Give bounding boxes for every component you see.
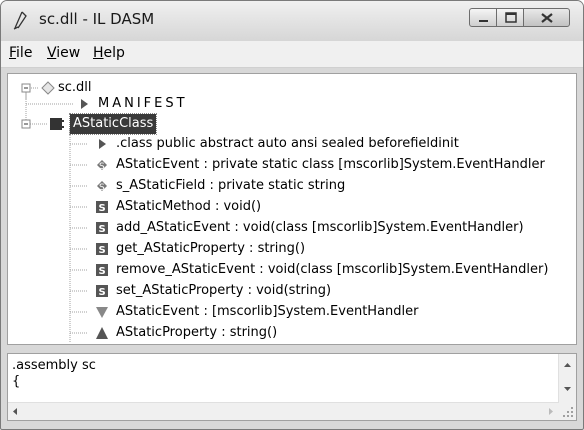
svg-text:S: S — [99, 266, 106, 277]
menu-file-access-key: F — [9, 45, 17, 61]
window-title: sc.dll - IL DASM — [39, 10, 155, 28]
svg-text:S: S — [99, 287, 106, 298]
static-field-icon: S — [97, 181, 107, 193]
tree-view[interactable]: sc.dll MANIFEST AStaticClass .class publ… — [7, 73, 577, 345]
horizontal-scroll-arrows-icon — [13, 408, 553, 415]
svg-text:S: S — [99, 245, 106, 256]
menu-help-access-key: H — [93, 45, 104, 61]
tree-member-label: add_AStaticEvent : void(class [mscorlib]… — [116, 220, 524, 235]
menu-view[interactable]: View — [47, 45, 80, 61]
svg-text:S: S — [99, 203, 106, 214]
tree-member-label: remove_AStaticEvent : void(class [mscorl… — [116, 262, 549, 277]
tree-member-label: AStaticMethod : void() — [116, 199, 262, 214]
tree-root-label: sc.dll — [58, 80, 92, 95]
static-field-icon: S — [97, 160, 107, 172]
menu-file-label: ile — [16, 45, 33, 61]
tree-member-label: get_AStaticProperty : string() — [116, 241, 306, 256]
tree-class-label: AStaticClass — [68, 113, 158, 135]
assembly-icon — [41, 81, 55, 95]
maximize-button[interactable] — [496, 8, 524, 27]
size-grip[interactable] — [559, 403, 576, 420]
static-method-icon: S — [96, 285, 108, 298]
il-line: .assembly sc — [12, 358, 96, 373]
menu-bar: File View Help — [1, 41, 583, 68]
tree-member-label: AStaticEvent : private static class [msc… — [116, 157, 545, 172]
static-method-icon: S — [96, 264, 108, 277]
il-output-pane[interactable]: .assembly sc { — [7, 353, 577, 421]
tree-member-label: AStaticProperty : string() — [116, 325, 278, 340]
static-method-icon: S — [96, 201, 108, 214]
svg-text:S: S — [99, 224, 106, 235]
tree-member-label: .class public abstract auto ansi sealed … — [116, 136, 459, 151]
menu-view-access-key: V — [47, 45, 57, 61]
size-grip-icon — [563, 407, 573, 417]
static-method-icon: S — [96, 222, 108, 235]
title-bar[interactable]: sc.dll - IL DASM — [1, 1, 583, 41]
tree-member-label: s_AStaticField : private static string — [116, 178, 346, 193]
il-line: { — [12, 374, 21, 389]
ildasm-app-icon — [13, 11, 27, 30]
close-button[interactable] — [523, 8, 570, 27]
menu-help[interactable]: Help — [93, 45, 125, 61]
close-icon — [541, 13, 553, 23]
horizontal-scrollbar[interactable] — [8, 402, 559, 420]
vertical-scrollbar[interactable] — [558, 354, 576, 403]
maximize-icon — [505, 12, 517, 23]
menu-view-label: iew — [56, 45, 81, 61]
menu-help-label: elp — [103, 45, 125, 61]
tree-member-label: set_AStaticProperty : void(string) — [116, 283, 332, 298]
menu-file[interactable]: File — [9, 45, 32, 61]
svg-text:S: S — [99, 183, 105, 193]
minimize-button[interactable] — [469, 8, 497, 27]
event-icon — [96, 307, 108, 318]
static-method-icon: S — [96, 243, 108, 256]
ildasm-window: sc.dll - IL DASM File View Help sc.dll M… — [0, 0, 584, 430]
tree-member-label: AStaticEvent : [mscorlib]System.EventHan… — [116, 304, 419, 319]
manifest-icon — [81, 99, 88, 109]
tree-manifest-label: MANIFEST — [98, 96, 188, 111]
class-info-icon — [99, 139, 106, 149]
property-icon — [96, 327, 108, 339]
class-icon — [50, 118, 64, 130]
svg-text:S: S — [99, 162, 105, 172]
scroll-arrows-icon — [564, 363, 571, 391]
minimize-icon — [479, 20, 488, 22]
